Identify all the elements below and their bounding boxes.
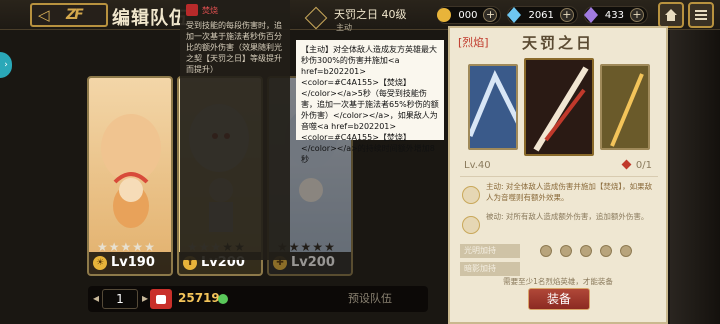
add-crystal-purple-button[interactable]: +: [630, 8, 644, 22]
game-logo-icon: ZF: [66, 7, 84, 23]
hero-level: Lv190: [111, 255, 155, 270]
add-crystal-blue-button[interactable]: +: [559, 8, 574, 22]
menu-icon: [695, 10, 707, 20]
page-next-icon[interactable]: ▸: [142, 291, 148, 305]
light-bonus-label: 光明加持: [460, 244, 520, 258]
resource-crystal-purple: 433 +: [581, 5, 648, 25]
divider: [460, 176, 658, 177]
fist-icon: [150, 289, 172, 309]
team-power: 25719: [178, 291, 220, 305]
active-effect-text: 主动: 对全体敌人造成伤害并施加【焚烧】，如果敌人为音噬则有额外效果。: [486, 182, 653, 202]
page-title: 编辑队伍: [112, 8, 188, 29]
pact-name: 天罚之日: [521, 34, 594, 52]
bonus-slot-icon: [620, 245, 632, 257]
back-arrow-icon: ◁: [38, 6, 50, 24]
passive-effect-row: 被动: 对所有敌人造成额外伤害，追加额外伤害。: [460, 212, 658, 240]
skill-type: 主动: [336, 23, 352, 32]
passive-skill-icon: [462, 216, 480, 234]
bonus-slot-icon: [600, 245, 612, 257]
bonus-slot-icon: [580, 245, 592, 257]
preset-team-button[interactable]: 预设队伍: [326, 288, 414, 310]
pact-art-row: [460, 58, 658, 158]
burn-icon: [186, 4, 198, 16]
passive-effect-text: 被动: 对所有敌人造成额外伤害，追加额外伤害。: [486, 212, 649, 221]
dark-bonus-label: 暗影加持: [460, 262, 520, 276]
resource-bar: 000 + 2061 + 433 +: [437, 5, 648, 25]
pact-level: Lv.40: [464, 160, 491, 171]
pact-art-right[interactable]: [600, 64, 650, 150]
skill-name: 天罚之日 40级: [334, 8, 407, 21]
skill-diamond-icon: [304, 6, 328, 30]
right-edge-shade: [670, 30, 720, 324]
pact-art-center[interactable]: [524, 58, 594, 156]
add-gold-button[interactable]: +: [483, 8, 498, 22]
hero-level: Lv200: [291, 255, 335, 270]
hero-card-1[interactable]: ★ ★ ★ ★ ★ ☀ Lv190: [87, 76, 173, 276]
equip-button[interactable]: 装备: [528, 288, 590, 310]
side-expand-tab[interactable]: ›: [0, 52, 12, 78]
skill-tooltip: 【主动】对全体敌人造成友方英雄最大秒伤300%的伤害并施加<a href=b20…: [296, 40, 444, 164]
burn-name: 焚烧: [202, 5, 218, 15]
burn-tooltip: 焚烧 受到技能的每段伤害时，追加一次基于施法者秒伤百分比的额外伤害（效果随利光之…: [180, 0, 290, 260]
menu-button[interactable]: [688, 2, 714, 28]
home-button[interactable]: [658, 2, 684, 28]
fragment-count: 0/1: [623, 160, 652, 171]
light-bonus-row: 光明加持: [460, 244, 658, 258]
dark-bonus-row: 暗影加持: [460, 262, 658, 276]
team-page-number[interactable]: 1: [102, 289, 138, 309]
skill-header: 天罚之日 40级 主动: [296, 0, 444, 40]
active-skill-icon: [462, 186, 480, 204]
bonus-slot-icon: [560, 245, 572, 257]
burn-description: 受到技能的每段伤害时，追加一次基于施法者秒伤百分比的额外伤害（效果随利光之契【天…: [186, 21, 282, 74]
chevron-right-icon: ›: [4, 60, 8, 70]
pact-art-left[interactable]: [468, 64, 518, 150]
power-status-icon: [218, 294, 228, 304]
back-button[interactable]: ◁ ZF: [30, 3, 108, 27]
sun-icon: ☀: [93, 256, 107, 270]
blue-crystal-icon: [504, 5, 524, 25]
bonus-slot-icon: [540, 245, 552, 257]
resource-gold: 000 +: [437, 6, 502, 24]
resource-crystal-blue: 2061 +: [504, 5, 578, 25]
active-effect-row: 主动: 对全体敌人造成伤害并施加【焚烧】，如果敌人为音噬则有额外效果。: [460, 182, 658, 210]
pact-detail-panel: [烈焰] 天罚之日 Lv.40 0/1 主动: 对全体敌人造成伤害并施加【焚烧】…: [448, 26, 668, 324]
purple-crystal-icon: [581, 5, 601, 25]
equip-requirement-hint: 需要至少1名烈焰英雄，才能装备: [503, 277, 613, 286]
page-prev-icon[interactable]: ◂: [93, 291, 99, 305]
home-icon: [665, 9, 677, 21]
